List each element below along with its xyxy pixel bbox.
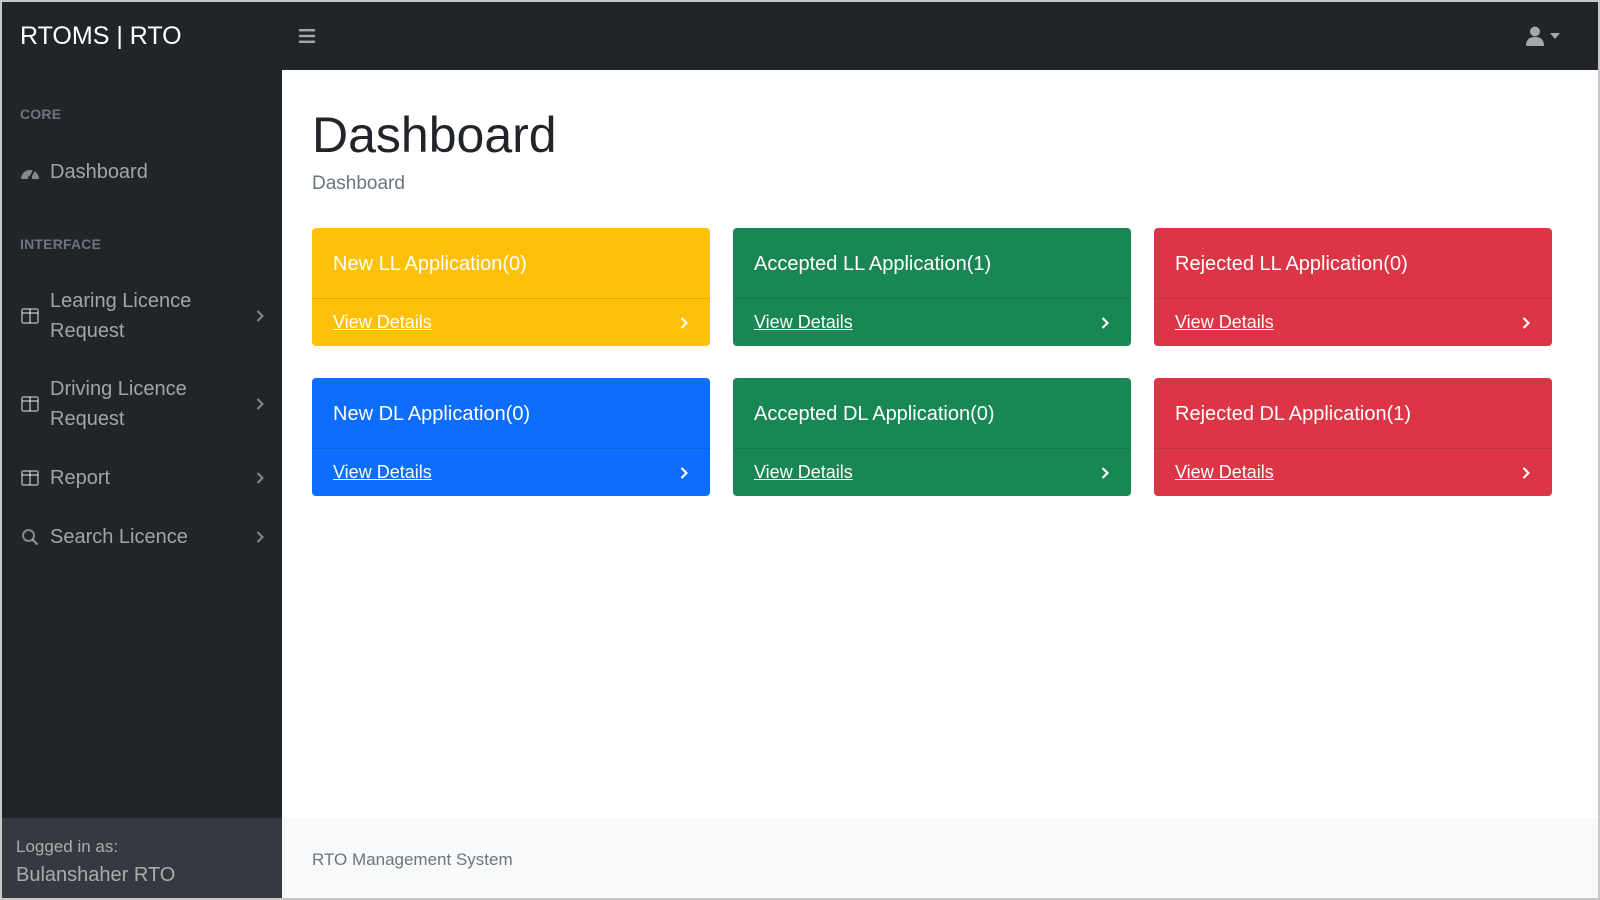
card-footer: View Details <box>1154 298 1552 346</box>
caret-down-icon <box>1550 33 1560 39</box>
columns-icon <box>20 394 40 414</box>
card-title: New LL Application(0) <box>333 253 527 275</box>
card-title: Accepted DL Application(0) <box>754 403 995 425</box>
view-details-link[interactable]: View Details <box>333 462 432 483</box>
sidebar-item-label: Report <box>50 467 111 489</box>
sidebar-heading-interface: INTERFACE <box>20 236 102 252</box>
card-rejected-ll-application: Rejected LL Application(0) View Details <box>1154 228 1552 346</box>
card-footer: View Details <box>733 298 1131 346</box>
chevron-right-icon[interactable] <box>1101 466 1109 479</box>
view-details-link[interactable]: View Details <box>754 462 853 483</box>
tachometer-icon <box>20 162 40 182</box>
sidebar-item-label: Learing Licence Request <box>50 290 192 342</box>
user-icon <box>1526 26 1544 46</box>
chevron-right-icon <box>256 398 264 410</box>
chevron-right-icon[interactable] <box>1101 316 1109 329</box>
card-footer: View Details <box>312 298 710 346</box>
view-details-link[interactable]: View Details <box>333 312 432 333</box>
breadcrumb: Dashboard <box>312 173 405 194</box>
card-accepted-ll-application: Accepted LL Application(1) View Details <box>733 228 1131 346</box>
logged-in-label: Logged in as: <box>16 837 119 856</box>
brand-title[interactable]: RTOMS | RTO <box>2 2 282 70</box>
user-dropdown-button[interactable] <box>1526 26 1560 46</box>
columns-icon <box>20 468 40 488</box>
card-accepted-dl-application: Accepted DL Application(0) View Details <box>733 378 1131 496</box>
page-title: Dashboard <box>312 107 557 163</box>
sidebar-item-report[interactable]: Report <box>2 462 282 494</box>
top-navbar: RTOMS | RTO <box>2 2 1598 70</box>
card-title: Accepted LL Application(1) <box>754 253 992 275</box>
columns-icon <box>20 306 40 326</box>
sidebar-footer: Logged in as: Bulanshaher RTO <box>2 818 282 898</box>
sidebar-item-label: Dashboard <box>50 161 148 183</box>
card-footer: View Details <box>733 448 1131 496</box>
search-icon <box>20 527 40 547</box>
chevron-right-icon <box>256 310 264 322</box>
sidebar-toggle-button[interactable] <box>292 21 322 51</box>
card-title: Rejected LL Application(0) <box>1175 253 1408 275</box>
sidebar-item-label: Search Licence <box>50 526 188 548</box>
chevron-right-icon[interactable] <box>1522 316 1530 329</box>
sidebar-item-label: Driving Licence Request <box>50 378 187 430</box>
hamburger-icon <box>299 29 315 43</box>
sidebar-heading-core: CORE <box>20 106 62 122</box>
view-details-link[interactable]: View Details <box>1175 462 1274 483</box>
card-footer: View Details <box>1154 448 1552 496</box>
main-content: Dashboard Dashboard New LL Application(0… <box>282 70 1598 898</box>
chevron-right-icon[interactable] <box>1522 466 1530 479</box>
view-details-link[interactable]: View Details <box>754 312 853 333</box>
chevron-right-icon[interactable] <box>680 316 688 329</box>
page-footer: RTO Management System <box>282 818 1598 898</box>
logged-in-user: Bulanshaher RTO <box>16 864 176 886</box>
card-rejected-dl-application: Rejected DL Application(1) View Details <box>1154 378 1552 496</box>
card-title: Rejected DL Application(1) <box>1175 403 1412 425</box>
chevron-right-icon <box>256 472 264 484</box>
view-details-link[interactable]: View Details <box>1175 312 1274 333</box>
sidebar-item-dashboard[interactable]: Dashboard <box>2 156 282 188</box>
card-new-dl-application: New DL Application(0) View Details <box>312 378 710 496</box>
sidebar-item-driving-licence-request[interactable]: Driving Licence Request <box>2 374 282 434</box>
sidebar-item-search-licence[interactable]: Search Licence <box>2 521 282 553</box>
footer-text: RTO Management System <box>312 850 513 869</box>
chevron-right-icon[interactable] <box>680 466 688 479</box>
card-new-ll-application: New LL Application(0) View Details <box>312 228 710 346</box>
sidebar-item-learning-licence-request[interactable]: Learing Licence Request <box>2 286 282 346</box>
sidebar: CORE Dashboard INTERFACE Learing Licence… <box>2 70 282 898</box>
app-window: RTOMS | RTO CORE Dashboard INTERFACE Lea… <box>0 0 1600 900</box>
card-title: New DL Application(0) <box>333 403 531 425</box>
card-footer: View Details <box>312 448 710 496</box>
chevron-right-icon <box>256 531 264 543</box>
